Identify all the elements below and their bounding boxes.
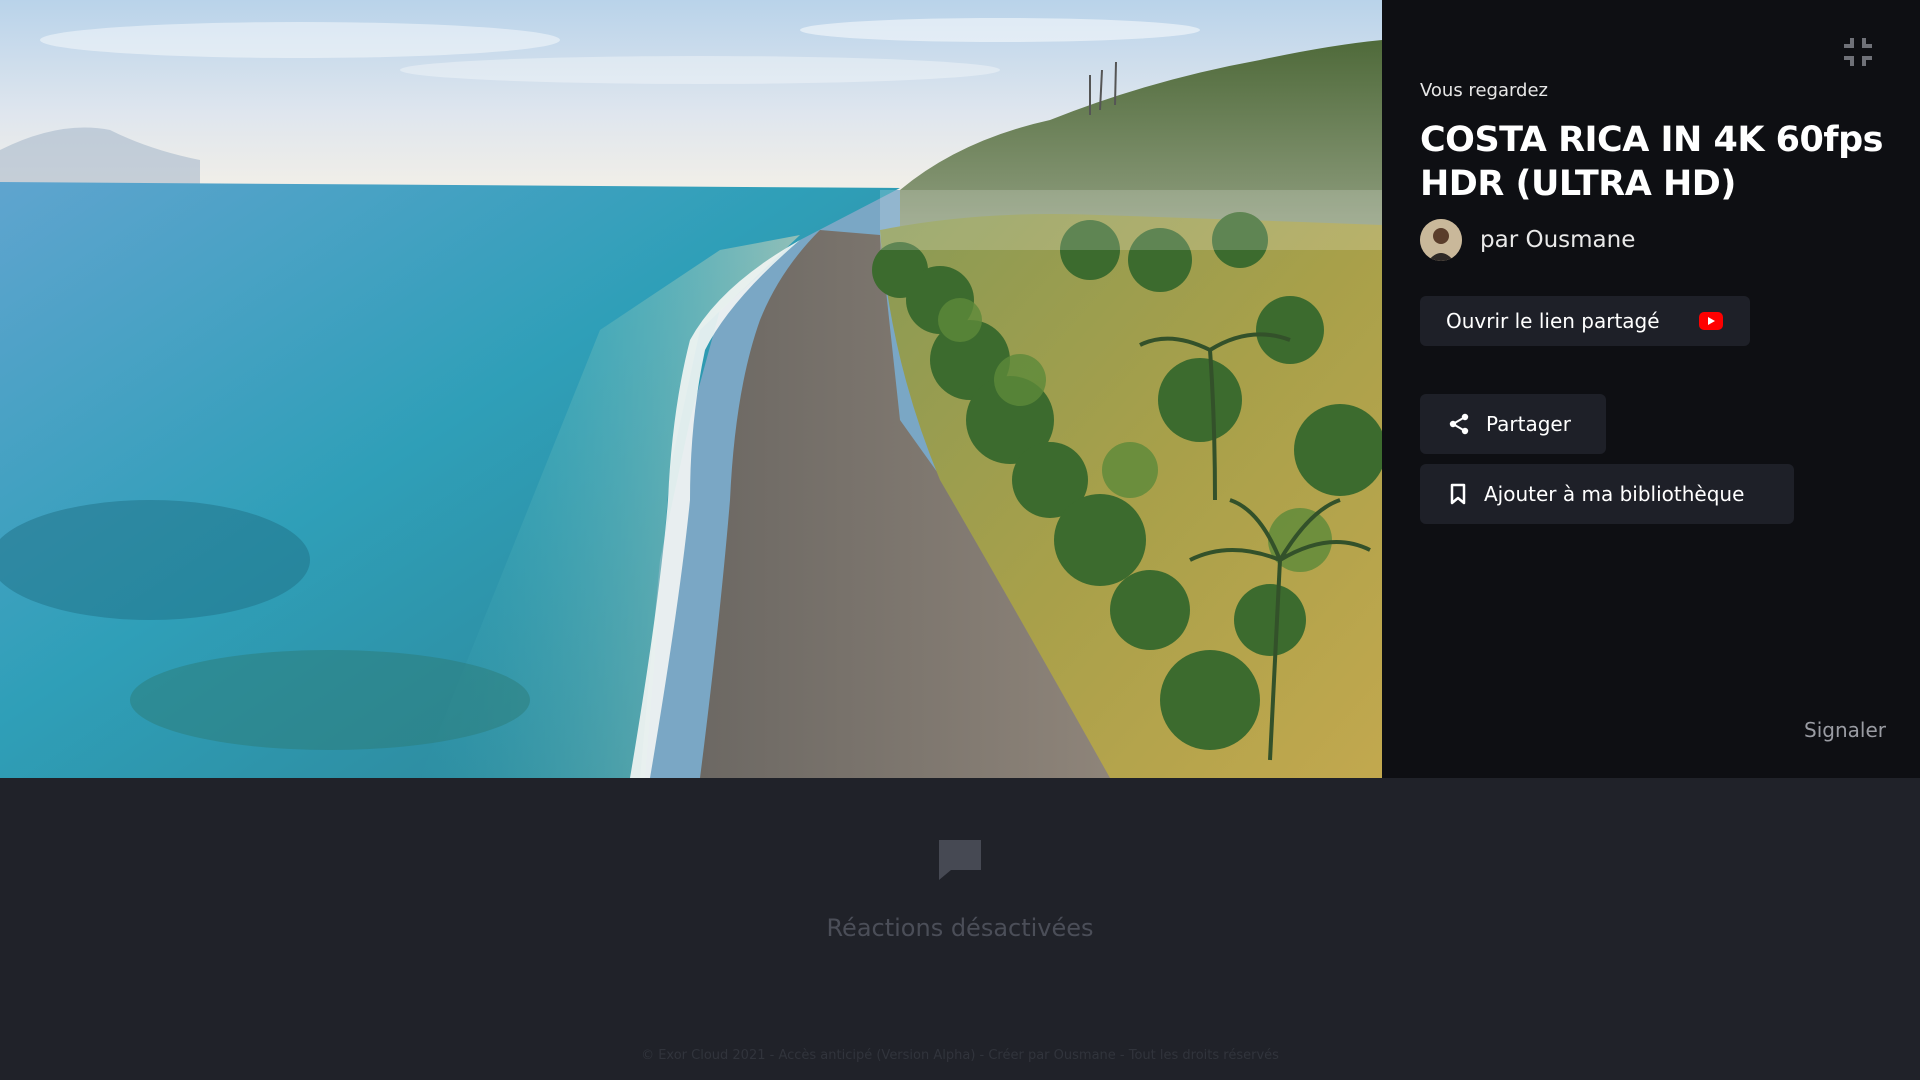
youtube-icon	[1699, 312, 1723, 330]
avatar-image	[1420, 219, 1462, 261]
reactions-disabled-label: Réactions désactivées	[826, 914, 1094, 942]
bookmark-icon	[1450, 483, 1466, 505]
video-title: COSTA RICA IN 4K 60fps HDR (ULTRA HD)	[1420, 120, 1884, 204]
share-label: Partager	[1486, 412, 1571, 436]
fullscreen-exit-icon	[1844, 38, 1872, 66]
author-name: par Ousmane	[1480, 227, 1636, 253]
add-to-library-label: Ajouter à ma bibliothèque	[1484, 482, 1745, 506]
video-info-panel: Vous regardez COSTA RICA IN 4K 60fps HDR…	[1382, 0, 1920, 778]
footer-copyright: © Exor Cloud 2021 - Accès anticipé (Vers…	[641, 1048, 1279, 1063]
report-link[interactable]: Signaler	[1804, 718, 1886, 742]
add-to-library-button[interactable]: Ajouter à ma bibliothèque	[1420, 464, 1794, 524]
open-shared-link-label: Ouvrir le lien partagé	[1446, 309, 1660, 333]
video-frame-image	[0, 0, 1382, 778]
video-player[interactable]	[0, 0, 1382, 778]
now-watching-label: Vous regardez	[1420, 80, 1549, 101]
avatar[interactable]	[1420, 219, 1462, 261]
exit-fullscreen-button[interactable]	[1840, 34, 1876, 70]
author-row[interactable]: par Ousmane	[1420, 219, 1635, 261]
share-button[interactable]: Partager	[1420, 394, 1606, 454]
viewer-area: Vous regardez COSTA RICA IN 4K 60fps HDR…	[0, 0, 1920, 778]
chat-bubble-icon	[937, 838, 983, 884]
share-icon	[1449, 413, 1469, 435]
open-shared-link-button[interactable]: Ouvrir le lien partagé	[1420, 296, 1750, 346]
